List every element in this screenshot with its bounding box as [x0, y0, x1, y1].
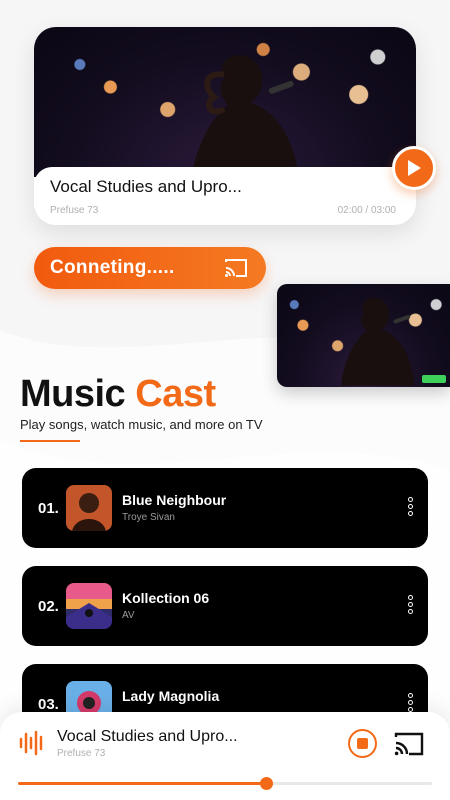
title-underline	[20, 440, 80, 442]
track-number: 02.	[38, 598, 59, 615]
singer-silhouette	[341, 297, 415, 386]
track-artist: AV	[122, 610, 135, 621]
player-artist: Prefuse 73	[57, 748, 106, 759]
track-row[interactable]: 02. Kollection 06 AV	[22, 566, 428, 646]
more-vertical-icon[interactable]	[408, 693, 414, 714]
now-playing-title: Vocal Studies and Upro...	[50, 177, 242, 196]
concert-image	[34, 27, 416, 187]
mini-player[interactable]: Vocal Studies and Upro... Prefuse 73	[0, 712, 450, 800]
track-artwork	[66, 583, 112, 629]
singer-silhouette	[190, 55, 300, 187]
track-artist: Troye Sivan	[122, 512, 175, 523]
track-number: 01.	[38, 500, 59, 517]
more-vertical-icon[interactable]	[408, 595, 414, 616]
track-title: Lady Magnolia	[122, 688, 220, 704]
track-title: Kollection 06	[122, 590, 210, 606]
track-artwork	[66, 485, 112, 531]
now-playing-artist: Prefuse 73	[50, 205, 99, 216]
audio-wave-icon	[19, 730, 43, 756]
connecting-button[interactable]: Conneting.....	[34, 247, 266, 289]
title-main: Music	[20, 373, 126, 415]
page-subtitle: Play songs, watch music, and more on TV	[20, 417, 263, 432]
now-playing-time: 02:00 / 03:00	[337, 205, 396, 216]
connecting-label: Conneting.....	[50, 257, 175, 278]
progress-handle[interactable]	[260, 777, 273, 790]
play-icon	[408, 160, 421, 176]
now-playing-card[interactable]: Vocal Studies and Upro... Prefuse 73 02:…	[34, 27, 416, 225]
progress-fill	[18, 782, 266, 785]
track-row[interactable]: 01. Blue Neighbour Troye Sivan	[22, 468, 428, 548]
cast-icon[interactable]	[393, 731, 425, 757]
track-number: 03.	[38, 696, 59, 713]
tv-preview	[277, 284, 450, 387]
page-title: Music Cast	[20, 373, 216, 416]
play-button[interactable]	[392, 146, 436, 190]
player-title: Vocal Studies and Upro...	[57, 728, 238, 745]
title-accent: Cast	[135, 373, 216, 415]
progress-bar[interactable]	[18, 777, 432, 790]
now-playing-info: Vocal Studies and Upro... Prefuse 73 02:…	[34, 167, 416, 225]
more-vertical-icon[interactable]	[408, 497, 414, 518]
cast-icon	[225, 259, 247, 277]
tv-indicator	[422, 375, 446, 383]
stop-button[interactable]	[348, 729, 377, 758]
track-title: Blue Neighbour	[122, 492, 227, 508]
stop-icon	[357, 738, 368, 749]
